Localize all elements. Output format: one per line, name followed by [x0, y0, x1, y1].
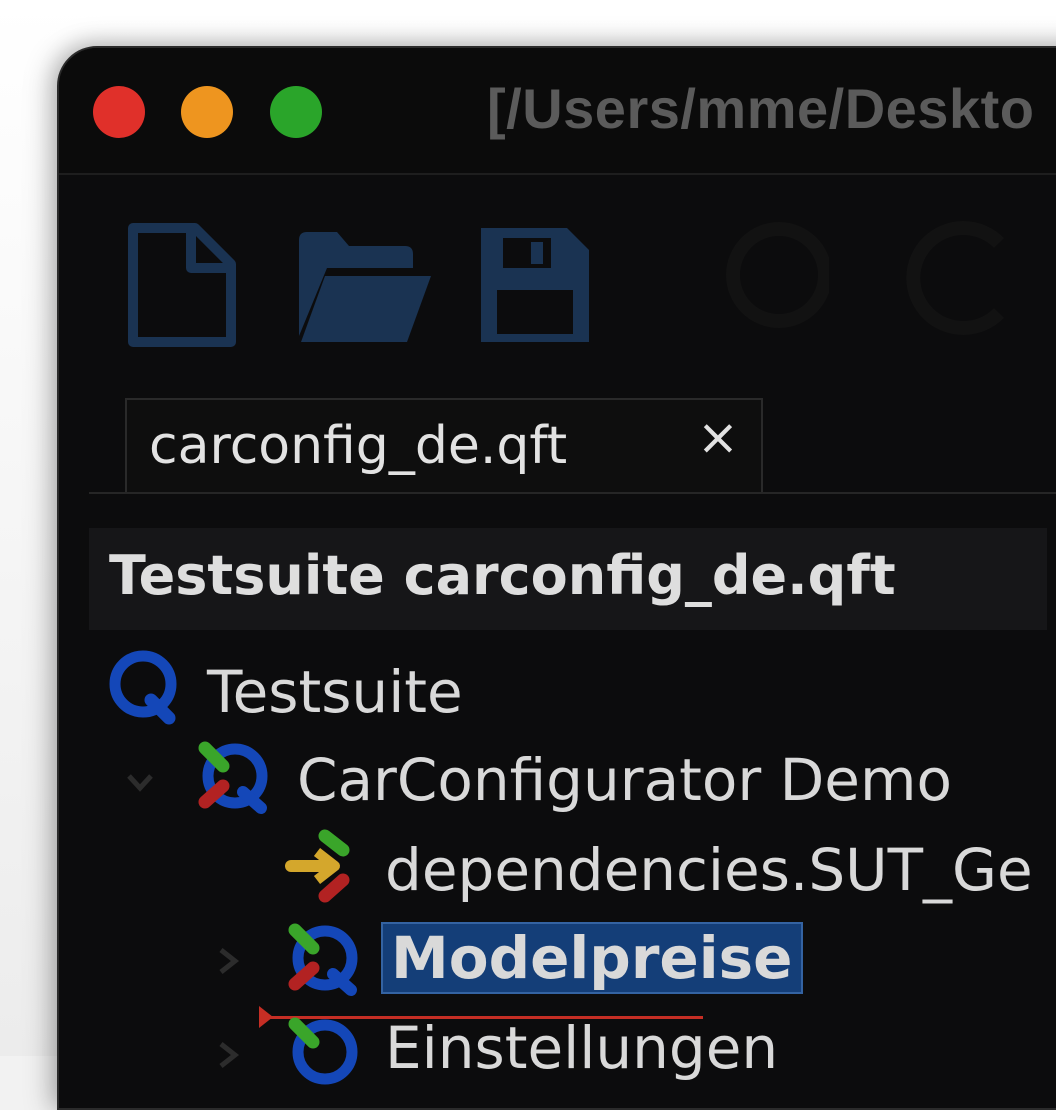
- window-title: [/Users/mme/Deskto: [487, 77, 1035, 140]
- open-folder-icon: [299, 232, 431, 342]
- desktop-background: [/Users/mme/Deskto carconfig_de.qft × Te…: [0, 0, 1056, 1110]
- disabled-toolbar-icon: [709, 213, 832, 343]
- title-bar[interactable]: [/Users/mme/Deskto: [59, 48, 1056, 175]
- qftest-test-case-icon: [288, 1017, 358, 1085]
- zoom-window-button[interactable]: [270, 86, 322, 138]
- dependency-reference-icon: [285, 829, 350, 903]
- close-window-button[interactable]: [93, 86, 145, 138]
- save-icon: [481, 228, 589, 342]
- minimize-window-button[interactable]: [181, 86, 233, 138]
- qftest-test-set-icon: [198, 741, 268, 814]
- disabled-toolbar-icon: [889, 213, 1009, 343]
- editor-tab-bar: carconfig_de.qft ×: [89, 398, 1056, 494]
- tree-node-label: dependencies.SUT_Ge: [385, 836, 1033, 904]
- testsuite-header: Testsuite carconfig_de.qft: [89, 528, 1047, 630]
- tab-close-button[interactable]: ×: [697, 412, 739, 462]
- qftest-suite-icon: [109, 650, 177, 725]
- tree-node-label: CarConfigurator Demo: [297, 746, 952, 814]
- tab-label: carconfig_de.qft: [149, 416, 568, 476]
- new-file-icon: [128, 223, 236, 347]
- chevron-down-icon[interactable]: [125, 766, 155, 796]
- new-file-button[interactable]: [123, 220, 243, 350]
- app-window: [/Users/mme/Deskto carconfig_de.qft × Te…: [57, 46, 1056, 1110]
- tree-node-label: Testsuite: [207, 658, 463, 726]
- tree-node-label: Einstellungen: [385, 1014, 779, 1082]
- save-button[interactable]: [475, 220, 595, 350]
- open-file-button[interactable]: [295, 220, 435, 350]
- chevron-right-icon[interactable]: [213, 946, 243, 976]
- qftest-test-case-icon: [288, 923, 358, 996]
- testsuite-header-title: Testsuite carconfig_de.qft: [109, 544, 896, 607]
- tab-carconfig[interactable]: carconfig_de.qft ×: [125, 398, 763, 492]
- chevron-right-icon[interactable]: [213, 1040, 243, 1070]
- tree-node-label-selected: Modelpreise: [381, 922, 803, 994]
- testsuite-tree[interactable]: Testsuite CarConfigurator Demo dependenc…: [89, 630, 1056, 1108]
